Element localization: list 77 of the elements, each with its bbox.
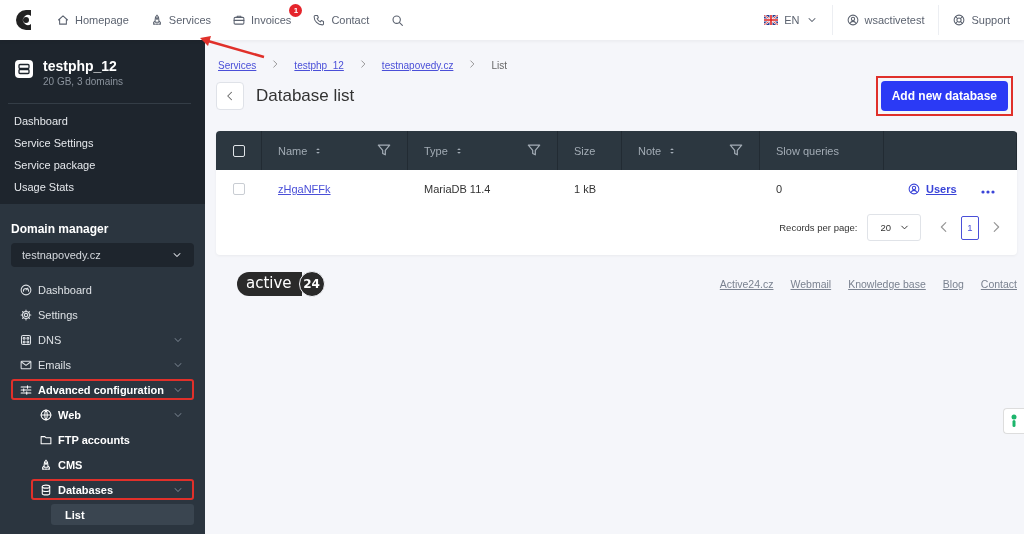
folder-icon bbox=[40, 433, 52, 446]
nav-link[interactable]: Services bbox=[139, 14, 222, 26]
sidebar-item[interactable]: CMS bbox=[31, 454, 194, 475]
sidebar-link[interactable]: Dashboard bbox=[0, 110, 205, 132]
filter-icon bbox=[377, 142, 391, 157]
support-link[interactable]: Support bbox=[939, 5, 1024, 35]
back-button[interactable] bbox=[216, 82, 244, 110]
sidebar-item[interactable]: List bbox=[51, 504, 194, 525]
breadcrumb-link[interactable]: Services bbox=[218, 59, 257, 71]
flag-icon bbox=[764, 15, 779, 25]
feedback-icon[interactable] bbox=[1003, 408, 1024, 434]
sliders-icon bbox=[20, 383, 32, 396]
column-header[interactable]: Type bbox=[408, 131, 558, 170]
nav-link[interactable]: Contact bbox=[302, 14, 381, 26]
footer-link[interactable]: Active24.cz bbox=[719, 278, 774, 290]
service-details: 20 GB, 3 domains bbox=[43, 76, 124, 87]
phone-icon bbox=[313, 14, 326, 26]
home-icon bbox=[57, 14, 69, 26]
user-menu[interactable]: wsactivetest bbox=[832, 5, 939, 35]
sidebar-item[interactable]: Emails bbox=[11, 354, 194, 375]
gauge-icon bbox=[20, 283, 32, 296]
sidebar-item[interactable]: Advanced configuration bbox=[11, 379, 194, 400]
logo-word: active bbox=[237, 272, 302, 296]
sidebar-link[interactable]: Usage Stats bbox=[0, 176, 205, 198]
checkbox[interactable] bbox=[233, 183, 245, 195]
footer-link[interactable]: Knowledge base bbox=[848, 278, 926, 290]
rocket-icon bbox=[40, 458, 52, 471]
server-icon bbox=[15, 60, 33, 78]
per-page-select[interactable]: 20 bbox=[867, 214, 921, 241]
mail-icon bbox=[20, 358, 32, 371]
users-link[interactable]: Users bbox=[908, 183, 957, 195]
lifebuoy-icon bbox=[953, 14, 966, 26]
column-header[interactable]: Slow queries bbox=[760, 131, 884, 170]
database-icon bbox=[40, 483, 52, 496]
column-header[interactable]: Size bbox=[558, 131, 622, 170]
sidebar-item[interactable]: Databases bbox=[31, 479, 194, 500]
sidebar-item[interactable]: Dashboard bbox=[11, 279, 194, 300]
network-icon bbox=[20, 333, 32, 346]
sidebar-item[interactable]: FTP accounts bbox=[31, 429, 194, 450]
breadcrumb-link[interactable]: testphp_12 bbox=[294, 59, 344, 71]
checkbox[interactable] bbox=[232, 144, 245, 157]
sidebar-item[interactable]: DNS bbox=[11, 329, 194, 350]
globe-icon bbox=[40, 408, 52, 421]
breadcrumb-current: List bbox=[491, 59, 507, 71]
table-cell-text: MariaDB 11.4 bbox=[423, 183, 492, 195]
sidebar-link[interactable]: Service package bbox=[0, 154, 205, 176]
language-selector[interactable]: EN bbox=[750, 5, 832, 35]
sidebar-link[interactable]: Service Settings bbox=[0, 132, 205, 154]
user-icon bbox=[908, 183, 920, 195]
sidebar-item[interactable]: Web bbox=[31, 404, 194, 425]
records-label: Records per page: bbox=[779, 222, 858, 233]
briefcase-icon bbox=[233, 14, 245, 26]
add-database-button[interactable]: Add new database bbox=[880, 81, 1008, 111]
footer-link[interactable]: Contact bbox=[980, 278, 1017, 290]
table-cell-text: 1 kB bbox=[573, 183, 597, 195]
notification-badge: 1 bbox=[289, 4, 303, 17]
filter-icon bbox=[729, 142, 743, 157]
rocket-icon bbox=[150, 14, 163, 26]
database-link[interactable]: zHgaNFFk bbox=[278, 183, 331, 195]
sidebar-item[interactable]: Settings bbox=[11, 304, 194, 325]
search-icon bbox=[391, 13, 405, 27]
section-title: Domain manager bbox=[11, 222, 110, 236]
footer-link[interactable]: Webmail bbox=[790, 278, 832, 290]
page-title: Database list bbox=[256, 86, 356, 106]
breadcrumb-link[interactable]: testnapovedy.cz bbox=[381, 59, 454, 71]
settings-icon bbox=[20, 308, 32, 321]
column-header[interactable]: Note bbox=[622, 131, 760, 170]
footer-link[interactable]: Blog bbox=[942, 278, 964, 290]
nav-link[interactable]: Homepage bbox=[46, 14, 140, 26]
nav-link[interactable]: Invoices bbox=[222, 14, 303, 26]
table-cell-text: 0 bbox=[775, 183, 784, 195]
column-header[interactable]: Name bbox=[262, 131, 408, 170]
user-icon bbox=[846, 14, 859, 26]
domain-select[interactable]: testnapovedy.cz bbox=[11, 243, 194, 267]
service-name: testphp_12 bbox=[43, 58, 118, 74]
page-button[interactable]: 1 bbox=[961, 215, 979, 240]
filter-icon bbox=[527, 142, 541, 157]
